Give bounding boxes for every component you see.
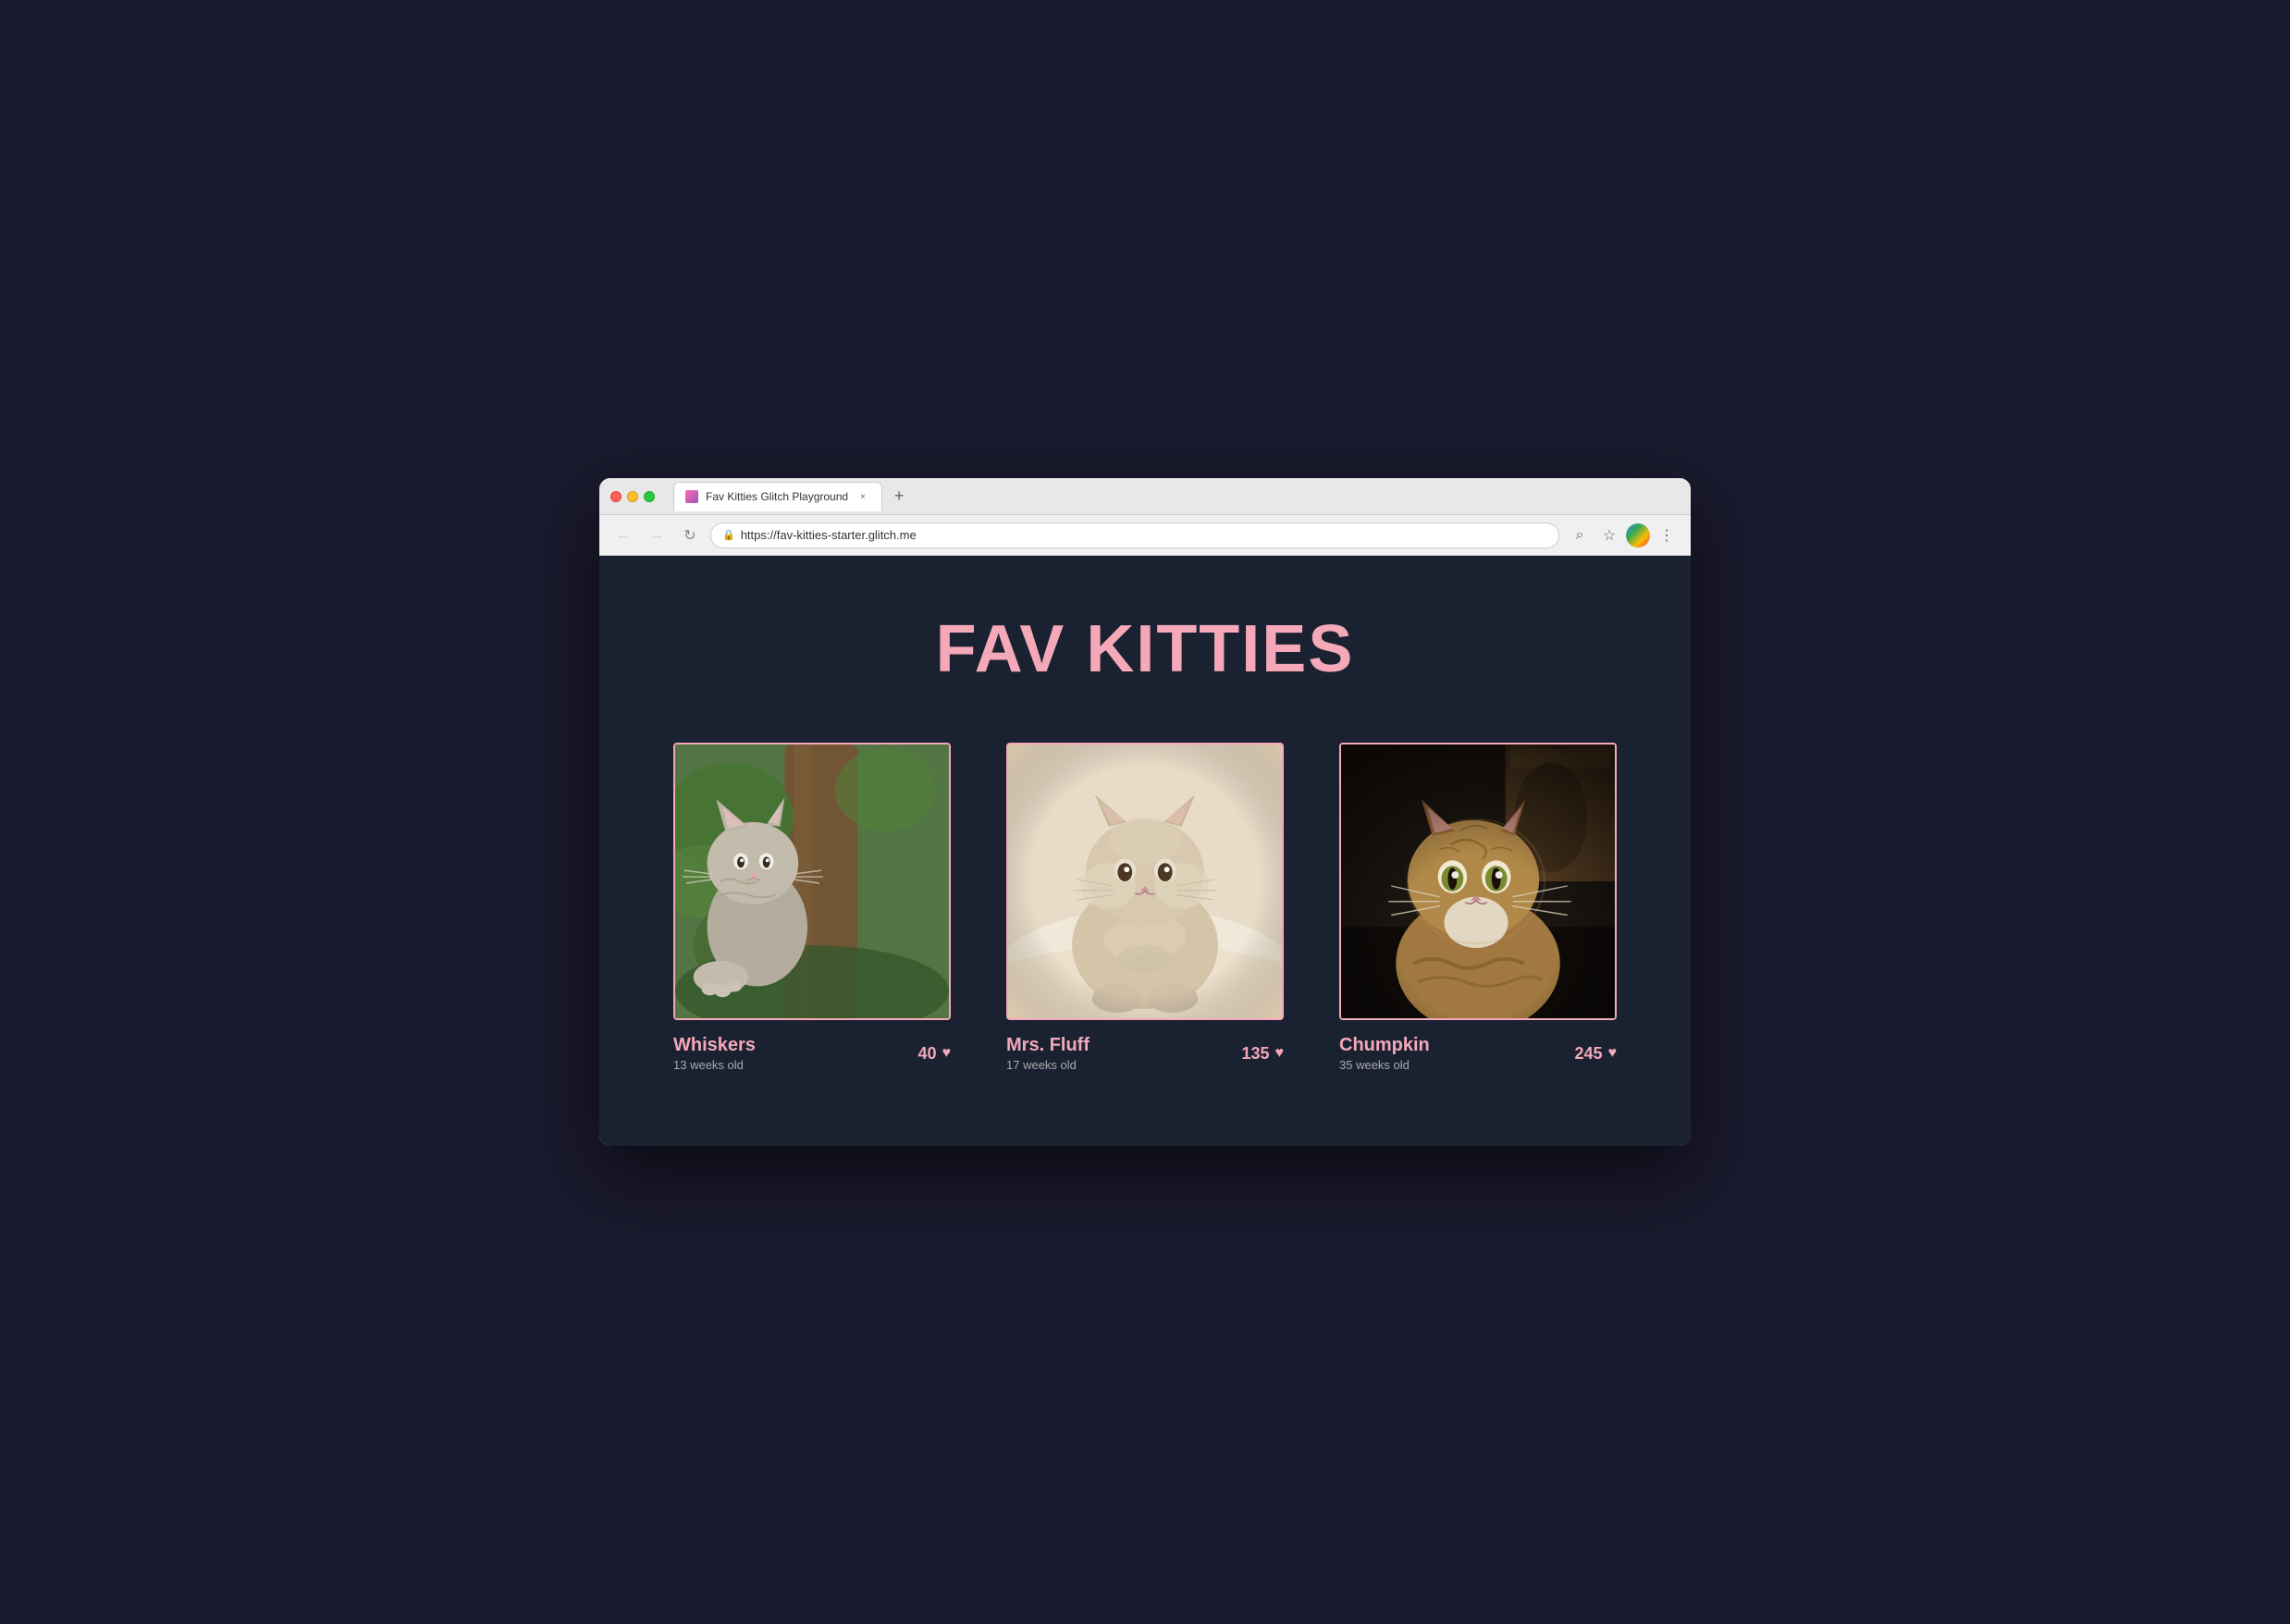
cat-age-whiskers: 13 weeks old	[673, 1058, 756, 1072]
cat-name-whiskers: Whiskers	[673, 1035, 756, 1056]
cat-info-chumpkin: Chumpkin 35 weeks old 245 ♥	[1339, 1035, 1617, 1072]
mac-window: Fav Kitties Glitch Playground × + ← → ↻ …	[599, 478, 1691, 1146]
title-bar: Fav Kitties Glitch Playground × +	[599, 478, 1691, 515]
url-box[interactable]: 🔒 https://fav-kitties-starter.glitch.me	[710, 523, 1559, 548]
bookmark-icon[interactable]: ☆	[1596, 523, 1622, 548]
cat-image-mrs-fluff	[1006, 743, 1284, 1020]
browser-window: Fav Kitties Glitch Playground × + ← → ↻ …	[599, 478, 1691, 1146]
heart-icon-mrs-fluff: ♥	[1275, 1045, 1285, 1062]
cat-age-mrs-fluff: 17 weeks old	[1006, 1058, 1090, 1072]
tab-title: Fav Kitties Glitch Playground	[706, 490, 848, 503]
traffic-lights	[610, 491, 655, 502]
new-tab-button[interactable]: +	[886, 484, 912, 510]
url-text: https://fav-kitties-starter.glitch.me	[741, 528, 917, 542]
address-right-icons: ⌕ ☆ ⋮	[1567, 523, 1680, 548]
cats-grid: Whiskers 13 weeks old 40 ♥	[659, 743, 1631, 1072]
cat-name-age-chumpkin: Chumpkin 35 weeks old	[1339, 1035, 1430, 1072]
forward-button[interactable]: →	[644, 523, 670, 548]
cat-info-mrs-fluff: Mrs. Fluff 17 weeks old 135 ♥	[1006, 1035, 1284, 1072]
cat-votes-chumpkin[interactable]: 245 ♥	[1574, 1044, 1617, 1064]
cat-name-age-mrs-fluff: Mrs. Fluff 17 weeks old	[1006, 1035, 1090, 1072]
vote-count-chumpkin: 245	[1574, 1044, 1602, 1064]
menu-icon[interactable]: ⋮	[1654, 523, 1680, 548]
cat-card-chumpkin: Chumpkin 35 weeks old 245 ♥	[1339, 743, 1617, 1072]
heart-icon-whiskers: ♥	[942, 1045, 952, 1062]
tab-favicon	[685, 490, 698, 503]
address-bar: ← → ↻ 🔒 https://fav-kitties-starter.glit…	[599, 515, 1691, 556]
minimize-window-button[interactable]	[627, 491, 638, 502]
cat1-svg	[675, 744, 949, 1018]
cat-age-chumpkin: 35 weeks old	[1339, 1058, 1430, 1072]
cat-card-whiskers: Whiskers 13 weeks old 40 ♥	[673, 743, 951, 1072]
cat2-svg	[1008, 744, 1282, 1018]
heart-icon-chumpkin: ♥	[1608, 1045, 1618, 1062]
search-icon[interactable]: ⌕	[1567, 523, 1593, 548]
page-heading: FAV KITTIES	[936, 611, 1355, 687]
close-window-button[interactable]	[610, 491, 622, 502]
vote-count-whiskers: 40	[917, 1044, 936, 1064]
page-content: FAV KITTIES	[599, 556, 1691, 1146]
cat-name-age-whiskers: Whiskers 13 weeks old	[673, 1035, 756, 1072]
cat-name-mrs-fluff: Mrs. Fluff	[1006, 1035, 1090, 1056]
cat-card-mrs-fluff: Mrs. Fluff 17 weeks old 135 ♥	[1006, 743, 1284, 1072]
vote-count-mrs-fluff: 135	[1241, 1044, 1269, 1064]
cat-image-chumpkin	[1339, 743, 1617, 1020]
cat-name-chumpkin: Chumpkin	[1339, 1035, 1430, 1056]
cat-votes-mrs-fluff[interactable]: 135 ♥	[1241, 1044, 1284, 1064]
maximize-window-button[interactable]	[644, 491, 655, 502]
lock-icon: 🔒	[722, 529, 735, 541]
cat-info-whiskers: Whiskers 13 weeks old 40 ♥	[673, 1035, 951, 1072]
back-button[interactable]: ←	[610, 523, 636, 548]
active-tab[interactable]: Fav Kitties Glitch Playground ×	[673, 482, 882, 511]
refresh-button[interactable]: ↻	[677, 523, 703, 548]
cat-votes-whiskers[interactable]: 40 ♥	[917, 1044, 951, 1064]
tab-area: Fav Kitties Glitch Playground × +	[673, 482, 1680, 511]
tab-close-button[interactable]: ×	[856, 489, 870, 504]
profile-avatar[interactable]	[1626, 523, 1650, 547]
cat-image-whiskers	[673, 743, 951, 1020]
cat3-svg	[1341, 744, 1615, 1018]
